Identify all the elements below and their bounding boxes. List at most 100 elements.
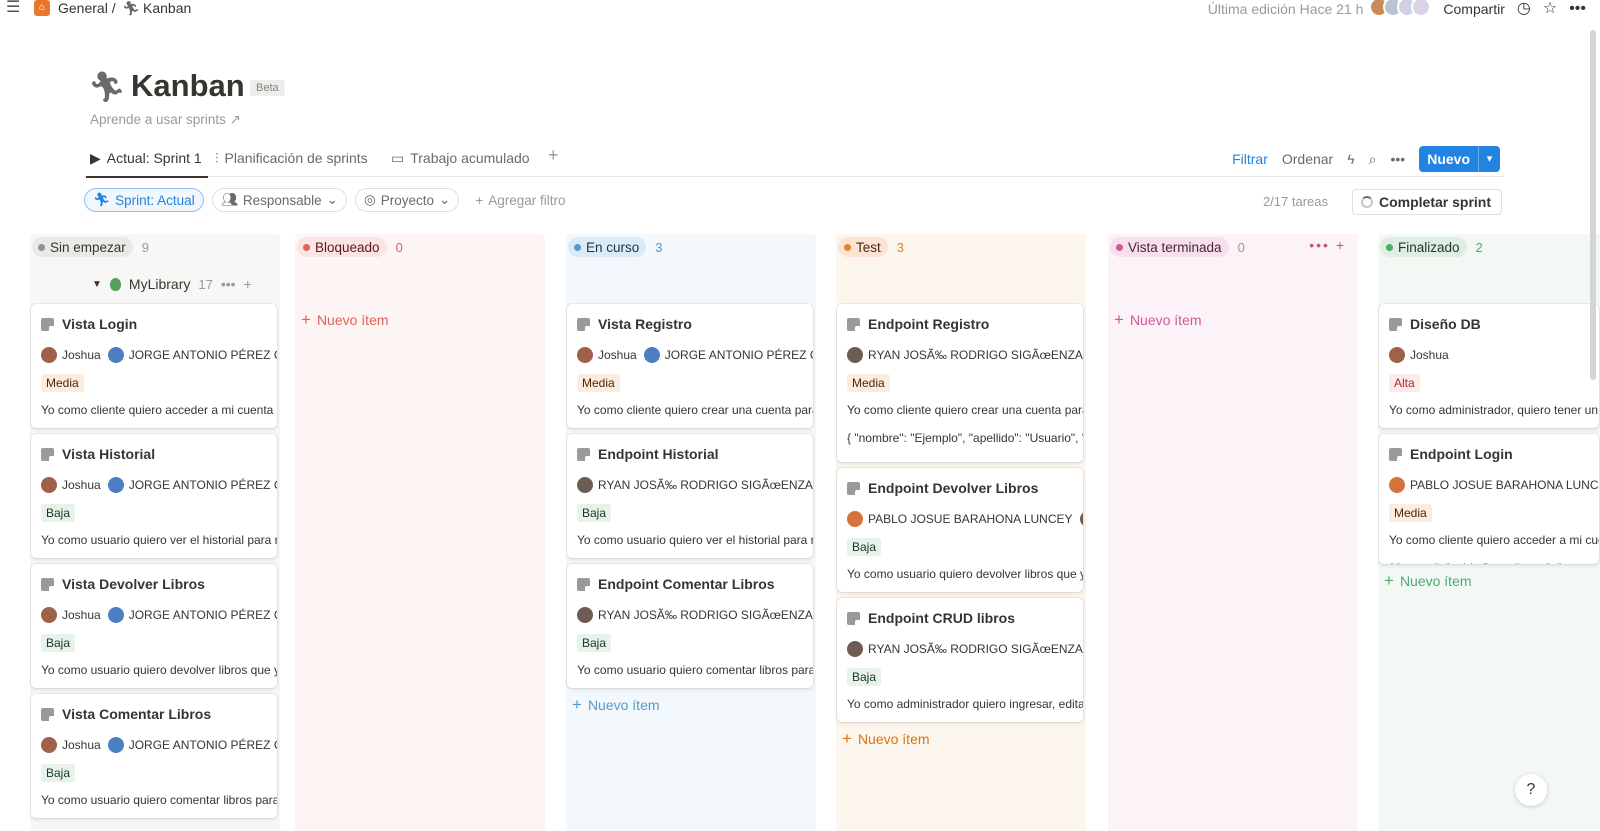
share-button[interactable]: Compartir <box>1443 1 1504 17</box>
column-header: Bloqueado 0 <box>297 236 403 258</box>
status-dot <box>1116 243 1123 251</box>
task-card[interactable]: Endpoint CRUD libros RYAN JOSÃ‰ RODRIGO S… <box>837 598 1083 722</box>
assignee-name: Joshua <box>62 348 101 362</box>
assignees: RYAN JOSÃ‰ RODRIGO SIGÃœENZA HUE <box>847 347 1083 363</box>
search-icon[interactable]: ⌕ <box>1369 151 1377 168</box>
add-filter-button[interactable]: + Agregar filtro <box>467 188 573 212</box>
tab-current-sprint[interactable]: ▶︎ Actual: Sprint 1 <box>86 147 208 178</box>
status-pill[interactable]: En curso <box>568 237 647 257</box>
column-header: En curso 3 <box>568 236 663 258</box>
new-item-button[interactable]: + Nuevo ítem <box>572 695 660 715</box>
star-icon[interactable]: ☆ <box>1543 0 1557 17</box>
assignee-name: JORGE ANTONIO PÉREZ ORDÓ <box>664 348 813 362</box>
assignees: PABLO JOSUE BARAHONA LUNCEY <box>1389 477 1599 493</box>
column-count: 3 <box>655 239 663 255</box>
task-card[interactable]: Endpoint Historial RYAN JOSÃ‰ RODRIGO SIG… <box>567 434 813 558</box>
more-icon[interactable]: ••• <box>1390 151 1405 167</box>
avatar-group[interactable] <box>1369 0 1432 17</box>
scrollbar[interactable] <box>1590 30 1596 380</box>
filter-button[interactable]: Filtrar <box>1232 151 1268 167</box>
runner-icon[interactable]: 🏃︎ <box>88 70 126 105</box>
new-item-button[interactable]: + Nuevo ítem <box>842 729 930 749</box>
task-card[interactable]: Diseño DB Joshua Alta Yo como administrador… <box>1379 304 1599 428</box>
sprint-filter[interactable]: 🏃︎ Sprint: Actual <box>84 188 204 212</box>
card-json-snippet: { "correo": "pablo@gmail.com", "passwo <box>1389 561 1599 564</box>
card-title-text: Vista Registro <box>598 316 692 332</box>
assignee-name: Joshua <box>62 738 101 752</box>
plus-icon: + <box>475 192 484 208</box>
owner-filter-label: Responsable <box>242 192 322 208</box>
column-count: 9 <box>141 239 150 255</box>
chevron-down-icon[interactable]: ▾ <box>1478 146 1500 172</box>
status-pill[interactable]: Vista terminada <box>1110 237 1229 257</box>
page-title[interactable]: Kanban <box>131 68 245 104</box>
breadcrumb-parent[interactable]: General / <box>58 0 116 16</box>
new-item-button[interactable]: + Nuevo ítem <box>1384 571 1472 591</box>
task-card[interactable]: Vista Login Joshua JORGE ANTONIO PÉREZ ORD… <box>31 304 277 428</box>
task-card[interactable]: Endpoint Login PABLO JOSUE BARAHONA LUNCE… <box>1379 434 1599 564</box>
group-header[interactable]: ▼ MyLibrary 17 ••• + <box>92 276 252 292</box>
avatar <box>107 347 124 363</box>
card-title-text: Endpoint CRUD libros <box>868 610 1015 626</box>
chevron-down-icon: ⌄ <box>326 192 338 207</box>
task-card[interactable]: Endpoint Devolver Libros PABLO JOSUE BARA… <box>837 468 1083 592</box>
plus-icon[interactable]: + <box>244 276 252 292</box>
avatar <box>1389 477 1405 493</box>
help-button[interactable]: ? <box>1515 774 1547 806</box>
project-filter[interactable]: ◎ Proyecto ⌄ <box>354 188 460 212</box>
new-item-button[interactable]: + Nuevo ítem <box>301 310 389 330</box>
card-description: Yo como usuario quiero devolver libros q… <box>847 567 1083 581</box>
assignees: Joshua JORGE ANTONIO PÉREZ ORDÓ <box>41 477 277 493</box>
status-pill[interactable]: Bloqueado <box>297 237 387 257</box>
plus-icon: + <box>1114 310 1124 329</box>
more-icon[interactable]: ••• <box>221 276 236 292</box>
people-icon: 👥︎ <box>220 192 238 207</box>
avatar <box>577 347 593 363</box>
card-description: Yo como cliente quiero crear una cuenta … <box>577 403 813 417</box>
runner-icon: 🏃︎ <box>93 192 111 207</box>
task-card[interactable]: Vista Historial Joshua JORGE ANTONIO PÉREZ… <box>31 434 277 558</box>
avatar <box>107 737 124 753</box>
status-pill[interactable]: Test <box>838 237 888 257</box>
page-icon <box>1389 317 1402 331</box>
plus-icon: + <box>842 729 852 748</box>
status-pill[interactable]: Finalizado <box>1380 237 1467 257</box>
column-actions[interactable]: ••• + <box>1309 237 1346 253</box>
task-card[interactable]: Vista Devolver Libros Joshua JORGE ANTONIO… <box>31 564 277 688</box>
complete-sprint-button[interactable]: Completar sprint <box>1351 189 1502 215</box>
clock-icon[interactable]: ◷ <box>1517 0 1531 17</box>
tab-backlog[interactable]: ▭ Trabajo acumulado <box>391 147 530 169</box>
new-button[interactable]: Nuevo ▾ <box>1419 146 1500 172</box>
add-view-icon[interactable]: + <box>548 145 559 166</box>
new-item-button[interactable]: + Nuevo ítem <box>1114 310 1202 330</box>
column-header: Test 3 <box>838 236 904 258</box>
automation-icon[interactable]: ϟ <box>1347 151 1354 167</box>
card-title: Diseño DB <box>1389 316 1481 332</box>
column-count: 3 <box>896 239 904 255</box>
card-title: Vista Devolver Libros <box>41 576 205 592</box>
task-card[interactable]: Endpoint Comentar Libros RYAN JOSÃ‰ RODRI… <box>567 564 813 688</box>
group-name: MyLibrary <box>128 276 191 292</box>
card-description: Yo como cliente quiero crear una cuenta … <box>847 403 1083 417</box>
new-item-label: Nuevo ítem <box>1399 573 1472 589</box>
more-icon[interactable]: ••• <box>1569 0 1586 17</box>
collapse-triangle-icon[interactable]: ▼ <box>92 279 102 290</box>
sprint-filter-label: Sprint: Actual <box>115 192 195 208</box>
home-icon[interactable]: ⌂ <box>34 0 50 16</box>
task-card[interactable]: Vista Registro Joshua JORGE ANTONIO PÉREZ … <box>567 304 813 428</box>
owner-filter[interactable]: 👥︎ Responsable ⌄ <box>211 188 347 212</box>
task-card[interactable]: Vista Comentar Libros Joshua JORGE ANTONIO… <box>31 694 277 818</box>
tab-sprint-planning[interactable]: ⫶ Planificación de sprints <box>215 147 368 169</box>
task-card[interactable]: Endpoint Registro RYAN JOSÃ‰ RODRIGO SIGÃ… <box>837 304 1083 462</box>
sort-button[interactable]: Ordenar <box>1282 151 1333 167</box>
plus-icon: + <box>572 695 582 714</box>
priority-tag: Baja <box>847 668 882 686</box>
menu-icon[interactable]: ☰ <box>6 0 20 16</box>
priority-tag: Baja <box>847 538 882 556</box>
status-pill[interactable]: Sin empezar <box>32 237 133 257</box>
card-description: Yo como usuario quiero ver el historial … <box>577 533 813 547</box>
learn-sprints-link[interactable]: Aprende a usar sprints ↗ <box>90 112 241 128</box>
breadcrumb-current[interactable]: Kanban <box>143 0 191 16</box>
assignees: Joshua JORGE ANTONIO PÉREZ ORDÓ <box>577 347 813 363</box>
top-bar: ☰ ⌂ General / 🏃︎ Kanban Última edición H… <box>0 0 1600 18</box>
